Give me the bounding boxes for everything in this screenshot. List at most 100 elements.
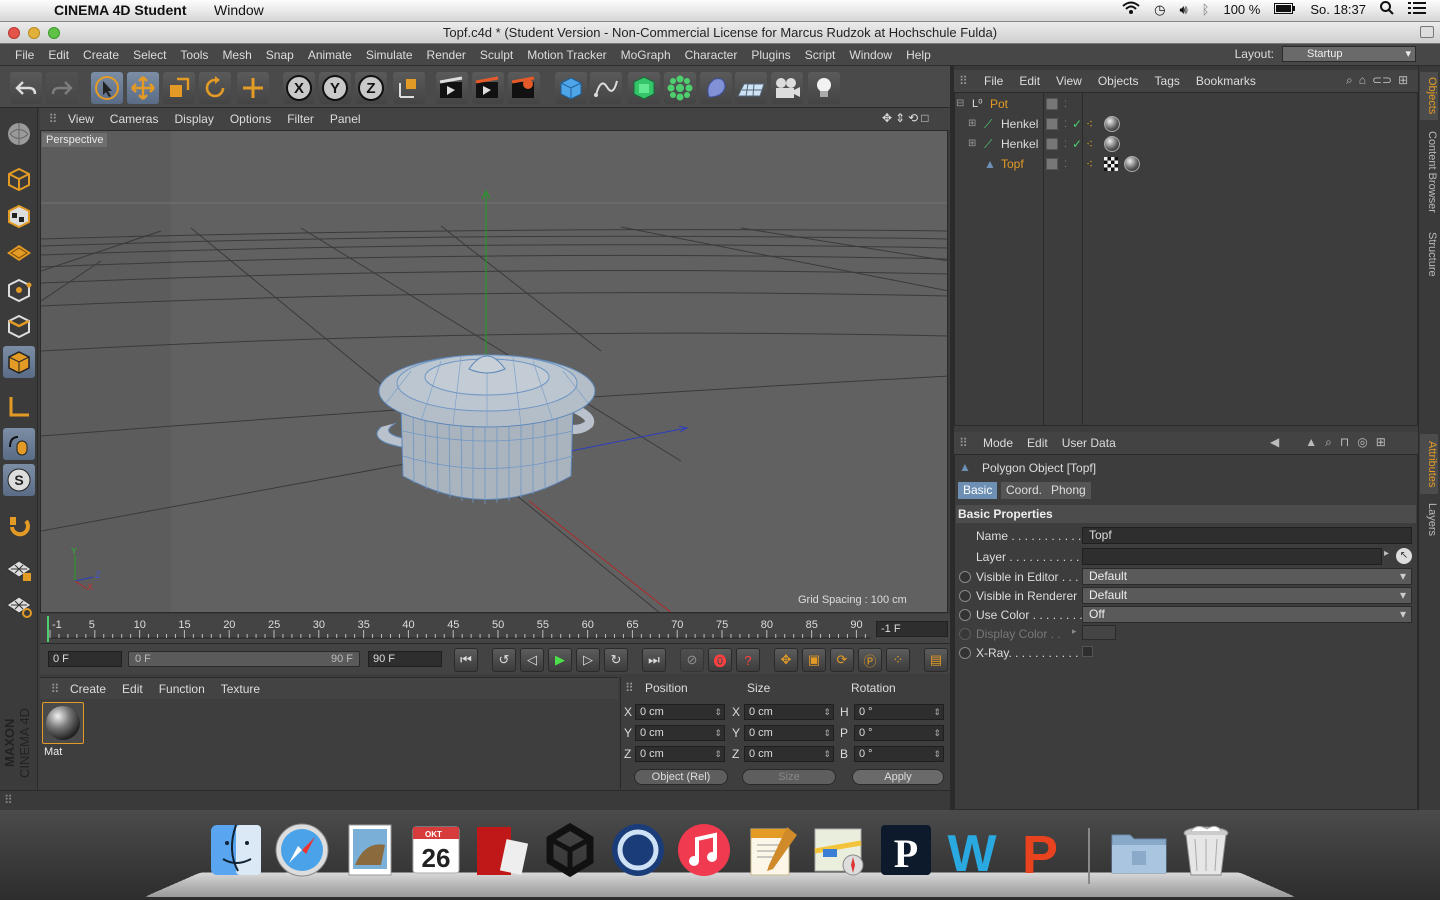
y-axis-lock-button[interactable]: Y [319, 72, 351, 104]
phong-tag-icon[interactable]: ⁖ [1086, 154, 1093, 174]
size-z-field[interactable]: 0 cm [744, 746, 834, 762]
preview-icon[interactable] [340, 820, 400, 880]
menu-script[interactable]: Script [798, 44, 843, 66]
object-row-topf[interactable]: ▲ Topf ⁚ ⁖ [956, 154, 1416, 174]
keyframe-selection-button[interactable]: ? [736, 648, 760, 672]
object-name[interactable]: Henkel [1001, 114, 1038, 134]
material-menu-edit[interactable]: Edit [114, 682, 151, 696]
back-arrow-icon[interactable]: ◀ [1270, 435, 1279, 450]
object-name[interactable]: Pot [990, 94, 1008, 114]
previous-key-button[interactable]: ↺ [492, 648, 516, 672]
autokeying-button[interactable]: ⓿ [708, 648, 732, 672]
window-menu[interactable]: Window [214, 2, 264, 18]
menu-window[interactable]: Window [842, 44, 899, 66]
material-manager-area[interactable] [40, 699, 618, 789]
visibility-dots-icon[interactable]: ⁚ [1064, 154, 1067, 174]
size-mode-dropdown[interactable]: Size [742, 769, 836, 785]
record-parameter-button[interactable]: Ⓟ [858, 648, 882, 672]
material-name[interactable]: Mat [44, 746, 62, 758]
render-view-button[interactable] [436, 72, 468, 104]
z-axis-lock-button[interactable]: Z [355, 72, 387, 104]
menu-animate[interactable]: Animate [301, 44, 359, 66]
points-mode-button[interactable] [3, 274, 35, 306]
zoom-icon[interactable]: ⇕ [895, 111, 905, 125]
up-arrow-icon[interactable]: ▲ [1305, 435, 1317, 450]
uvw-tag-icon[interactable] [1104, 157, 1118, 171]
calendar-icon[interactable]: OKT 26 [406, 820, 466, 880]
live-selection-button[interactable] [237, 72, 269, 104]
light-button[interactable] [808, 72, 840, 104]
menu-edit[interactable]: Edit [41, 44, 76, 66]
go-to-start-button[interactable]: ⏮ [454, 648, 478, 672]
viewport-menu-display[interactable]: Display [166, 112, 221, 126]
menu-render[interactable]: Render [420, 44, 473, 66]
coordinate-system-button[interactable] [393, 72, 425, 104]
scheme-settings-button[interactable]: ▤ [924, 648, 948, 672]
visible-editor-dropdown[interactable]: Default [1082, 568, 1412, 585]
viewport-menu-panel[interactable]: Panel [322, 112, 369, 126]
maps-icon[interactable] [808, 820, 868, 880]
locked-workplane-button[interactable] [3, 590, 35, 622]
zoom-window-button[interactable] [48, 27, 60, 39]
redo-button[interactable] [46, 72, 78, 104]
object-row-henkel[interactable]: ⊞ ⟋ Henkel ⁚ ✓ ⁖ [956, 134, 1416, 154]
expand-arrow-icon[interactable]: ▸ [1072, 626, 1077, 637]
record-active-objects-button[interactable]: ⊘ [680, 648, 704, 672]
attribute-menu-user-data[interactable]: User Data [1055, 436, 1123, 450]
object-menu-edit[interactable]: Edit [1011, 74, 1048, 88]
notification-center-icon[interactable] [1408, 1, 1426, 18]
tab-phong[interactable]: Phong [1046, 482, 1091, 499]
pages-icon[interactable] [742, 820, 802, 880]
tab-attributes[interactable]: Attributes [1420, 434, 1438, 494]
fullscreen-icon[interactable] [1420, 26, 1434, 38]
enable-axis-button[interactable] [3, 510, 35, 542]
menu-character[interactable]: Character [678, 44, 745, 66]
layout-select[interactable]: Startup [1282, 46, 1416, 62]
animate-radio[interactable] [959, 609, 971, 621]
menu-help[interactable]: Help [899, 44, 938, 66]
play-button[interactable]: ▶ [548, 648, 572, 672]
pick-layer-icon[interactable]: ↖ [1396, 548, 1412, 564]
viewport-menu-options[interactable]: Options [222, 112, 279, 126]
battery-icon[interactable] [1274, 2, 1296, 17]
layer-menu-arrow-icon[interactable]: ▸ [1384, 548, 1389, 559]
animate-radio[interactable] [959, 571, 971, 583]
close-window-button[interactable] [8, 27, 20, 39]
app-menu-name[interactable]: CINEMA 4D Student [54, 2, 186, 18]
object-menu-bookmarks[interactable]: Bookmarks [1188, 74, 1264, 88]
enabled-check-icon[interactable]: ✓ [1072, 134, 1082, 154]
workplane-mode-button[interactable] [3, 236, 35, 268]
expand-icon[interactable]: ⊞ [968, 134, 976, 154]
record-pla-button[interactable]: ⁘ [886, 648, 910, 672]
menu-create[interactable]: Create [76, 44, 126, 66]
new-panel-icon[interactable]: ⊞ [1376, 435, 1386, 450]
timeline-ruler[interactable]: -1 5 10 15 20 25 30 35 40 45 50 55 60 65 70 75 80 85 90 [40, 614, 950, 644]
edges-mode-button[interactable] [3, 310, 35, 342]
current-frame-field[interactable]: -1 F [876, 621, 948, 637]
layer-icon[interactable] [1046, 98, 1058, 110]
menu-tools[interactable]: Tools [173, 44, 215, 66]
object-menu-file[interactable]: File [976, 74, 1011, 88]
object-menu-view[interactable]: View [1048, 74, 1090, 88]
p-app-icon[interactable]: P [876, 820, 936, 880]
tab-structure[interactable]: Structure [1420, 226, 1438, 282]
position-y-field[interactable]: 0 cm [635, 725, 725, 741]
w-app-icon[interactable]: W [942, 820, 1002, 880]
rotation-h-field[interactable]: 0 ° [854, 704, 944, 720]
model-mode-button[interactable] [3, 163, 35, 195]
visibility-dots-icon[interactable]: ⁚ [1064, 134, 1067, 154]
display-color-swatch[interactable] [1082, 625, 1116, 640]
workplane-lock-button[interactable] [3, 554, 35, 586]
enabled-check-icon[interactable]: ✓ [1072, 114, 1082, 134]
tweak-mode-button[interactable] [3, 428, 35, 460]
next-frame-button[interactable]: ▷ [576, 648, 600, 672]
layer-icon[interactable] [1046, 158, 1058, 170]
attribute-menu-mode[interactable]: Mode [976, 436, 1020, 450]
perspective-viewport[interactable]: Y Z X [40, 130, 948, 613]
viewport-scene[interactable]: Y Z X [41, 131, 948, 613]
visibility-dots-icon[interactable]: ⁚ [1064, 94, 1067, 114]
itunes-icon[interactable] [674, 820, 734, 880]
layer-field[interactable] [1082, 548, 1382, 565]
collapse-icon[interactable]: ⊟ [956, 94, 964, 114]
min-time-field[interactable]: 0 F [48, 651, 122, 667]
